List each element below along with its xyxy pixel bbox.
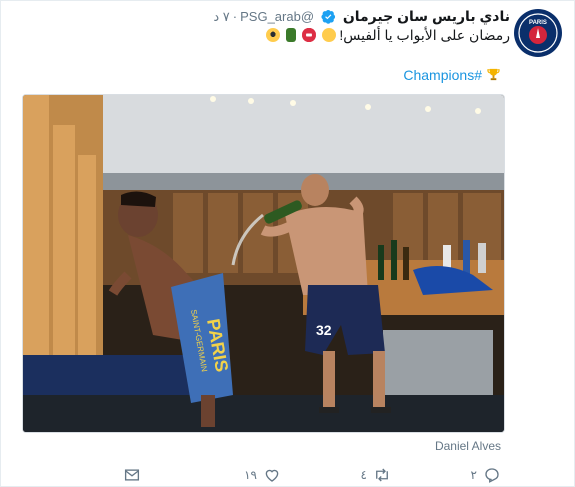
avatar-logo-text: PARIS bbox=[529, 20, 547, 26]
tweet-card: PARIS نادي باريس سان جيرمان @PSG_arab·٧ … bbox=[0, 0, 575, 487]
floor bbox=[23, 395, 504, 432]
separator-dot: · bbox=[232, 9, 238, 24]
sunglasses-emoji-icon bbox=[265, 28, 280, 42]
hashtag-line: #Champions bbox=[403, 66, 501, 84]
tweet-text: رمضان على الأبواب يا ألفيس! bbox=[264, 26, 510, 44]
avatar[interactable]: PARIS bbox=[514, 9, 562, 57]
psg-logo: PARIS bbox=[515, 10, 561, 56]
reply-count: ٢ bbox=[470, 468, 477, 482]
handle[interactable]: @PSG_arab bbox=[240, 9, 314, 24]
retweet-button[interactable]: ٤ bbox=[321, 465, 391, 485]
media-caption[interactable]: Daniel Alves bbox=[435, 439, 501, 453]
retweet-icon bbox=[376, 468, 388, 482]
reply-icon bbox=[485, 468, 499, 483]
hashtag-link[interactable]: #Champions bbox=[403, 67, 482, 83]
like-count: ١٩ bbox=[244, 468, 257, 482]
timestamp[interactable]: ٧ د bbox=[213, 9, 229, 24]
trophy-icon bbox=[486, 67, 501, 82]
display-name[interactable]: نادي باريس سان جيرمان bbox=[343, 8, 510, 24]
like-button[interactable]: ١٩ bbox=[211, 465, 281, 485]
action-bar: ٢ ٤ ١٩ bbox=[64, 465, 501, 485]
metal-trunk bbox=[383, 330, 493, 400]
tweet-header: نادي باريس سان جيرمان @PSG_arab·٧ د bbox=[213, 7, 510, 25]
message-icon bbox=[124, 469, 140, 481]
tweet-photo[interactable]: PARIS SAINT-GERMAIN 32 bbox=[22, 94, 505, 433]
tweet-text-body: رمضان على الأبواب يا ألفيس! bbox=[339, 27, 510, 43]
direct-message-button[interactable] bbox=[111, 465, 141, 485]
no-entry-emoji-icon bbox=[301, 28, 316, 42]
shorts-number: 32 bbox=[316, 322, 332, 338]
grin-emoji-icon bbox=[321, 28, 336, 42]
champagne-emoji-icon bbox=[285, 28, 296, 42]
locker-room-photo: PARIS SAINT-GERMAIN 32 bbox=[23, 95, 504, 432]
like-icon bbox=[265, 469, 279, 482]
reply-button[interactable]: ٢ bbox=[431, 465, 501, 485]
retweet-count: ٤ bbox=[360, 468, 367, 482]
